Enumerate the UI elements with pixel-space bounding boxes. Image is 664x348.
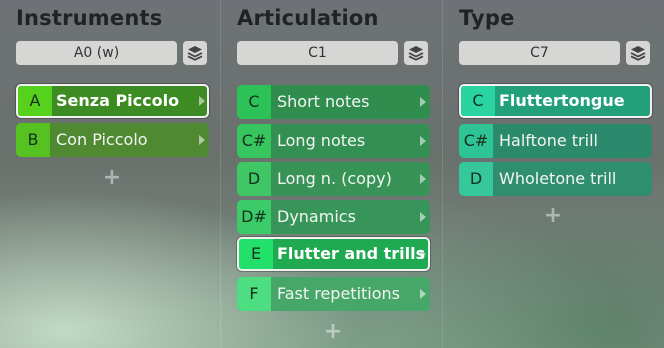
column-articulation: Articulation C1 C Short notes C# Long no… xyxy=(221,0,442,348)
list-item[interactable]: D Wholetone trill xyxy=(459,162,652,196)
item-key: A xyxy=(18,86,52,116)
item-key: C# xyxy=(459,124,493,158)
keyswitch-selector[interactable]: C7 xyxy=(459,41,620,65)
list-item[interactable]: E Flutter and trills xyxy=(237,237,430,271)
chevron-right-icon[interactable] xyxy=(420,97,426,107)
column-title: Type xyxy=(459,6,515,30)
item-label: Fast repetitions xyxy=(277,284,401,303)
stack-layers-icon[interactable] xyxy=(404,41,428,65)
item-label: Senza Piccolo xyxy=(56,91,180,110)
chevron-right-icon[interactable] xyxy=(420,136,426,146)
plus-icon[interactable]: + xyxy=(323,321,343,343)
item-key: C# xyxy=(237,124,271,158)
list-item[interactable]: C# Long notes xyxy=(237,124,430,158)
item-key: C xyxy=(461,86,495,116)
chevron-right-icon[interactable] xyxy=(420,174,426,184)
list-item[interactable]: B Con Piccolo xyxy=(16,123,209,157)
item-key: D xyxy=(237,162,271,196)
list-item[interactable]: C# Halftone trill xyxy=(459,124,652,158)
list-item[interactable]: C Fluttertongue xyxy=(459,84,652,118)
item-label: Flutter and trills xyxy=(277,244,426,263)
chevron-right-icon[interactable] xyxy=(420,212,426,222)
list-item[interactable]: A Senza Piccolo xyxy=(16,84,209,118)
chevron-right-icon[interactable] xyxy=(199,135,205,145)
column-title: Articulation xyxy=(237,6,379,30)
column-type: Type C7 C Fluttertongue C# Halftone tril… xyxy=(443,0,664,348)
item-key: C xyxy=(237,85,271,119)
item-label: Dynamics xyxy=(277,207,356,226)
list-item[interactable]: C Short notes xyxy=(237,85,430,119)
item-key: E xyxy=(239,239,273,269)
column-title: Instruments xyxy=(16,6,163,30)
plus-icon[interactable]: + xyxy=(102,167,122,189)
item-label: Short notes xyxy=(277,92,370,111)
list-item[interactable]: D# Dynamics xyxy=(237,200,430,234)
item-key: D# xyxy=(237,200,271,234)
item-label: Fluttertongue xyxy=(499,91,625,110)
item-key: D xyxy=(459,162,493,196)
item-label: Long notes xyxy=(277,131,366,150)
item-key: B xyxy=(16,123,50,157)
list-item[interactable]: F Fast repetitions xyxy=(237,277,430,311)
keyswitch-selector[interactable]: A0 (w) xyxy=(16,41,177,65)
item-label: Wholetone trill xyxy=(499,169,617,188)
chevron-right-icon[interactable] xyxy=(199,96,205,106)
item-label: Long n. (copy) xyxy=(277,169,392,188)
item-key: F xyxy=(237,277,271,311)
list-item[interactable]: D Long n. (copy) xyxy=(237,162,430,196)
plus-icon[interactable]: + xyxy=(543,205,563,227)
stack-layers-icon[interactable] xyxy=(183,41,207,65)
item-label: Halftone trill xyxy=(499,131,598,150)
item-label: Con Piccolo xyxy=(56,130,148,149)
stack-layers-icon[interactable] xyxy=(626,41,650,65)
keyswitch-selector[interactable]: C1 xyxy=(237,41,398,65)
chevron-right-icon[interactable] xyxy=(420,249,426,259)
column-instruments: Instruments A0 (w) A Senza Piccolo B Con… xyxy=(0,0,220,348)
chevron-right-icon[interactable] xyxy=(420,289,426,299)
